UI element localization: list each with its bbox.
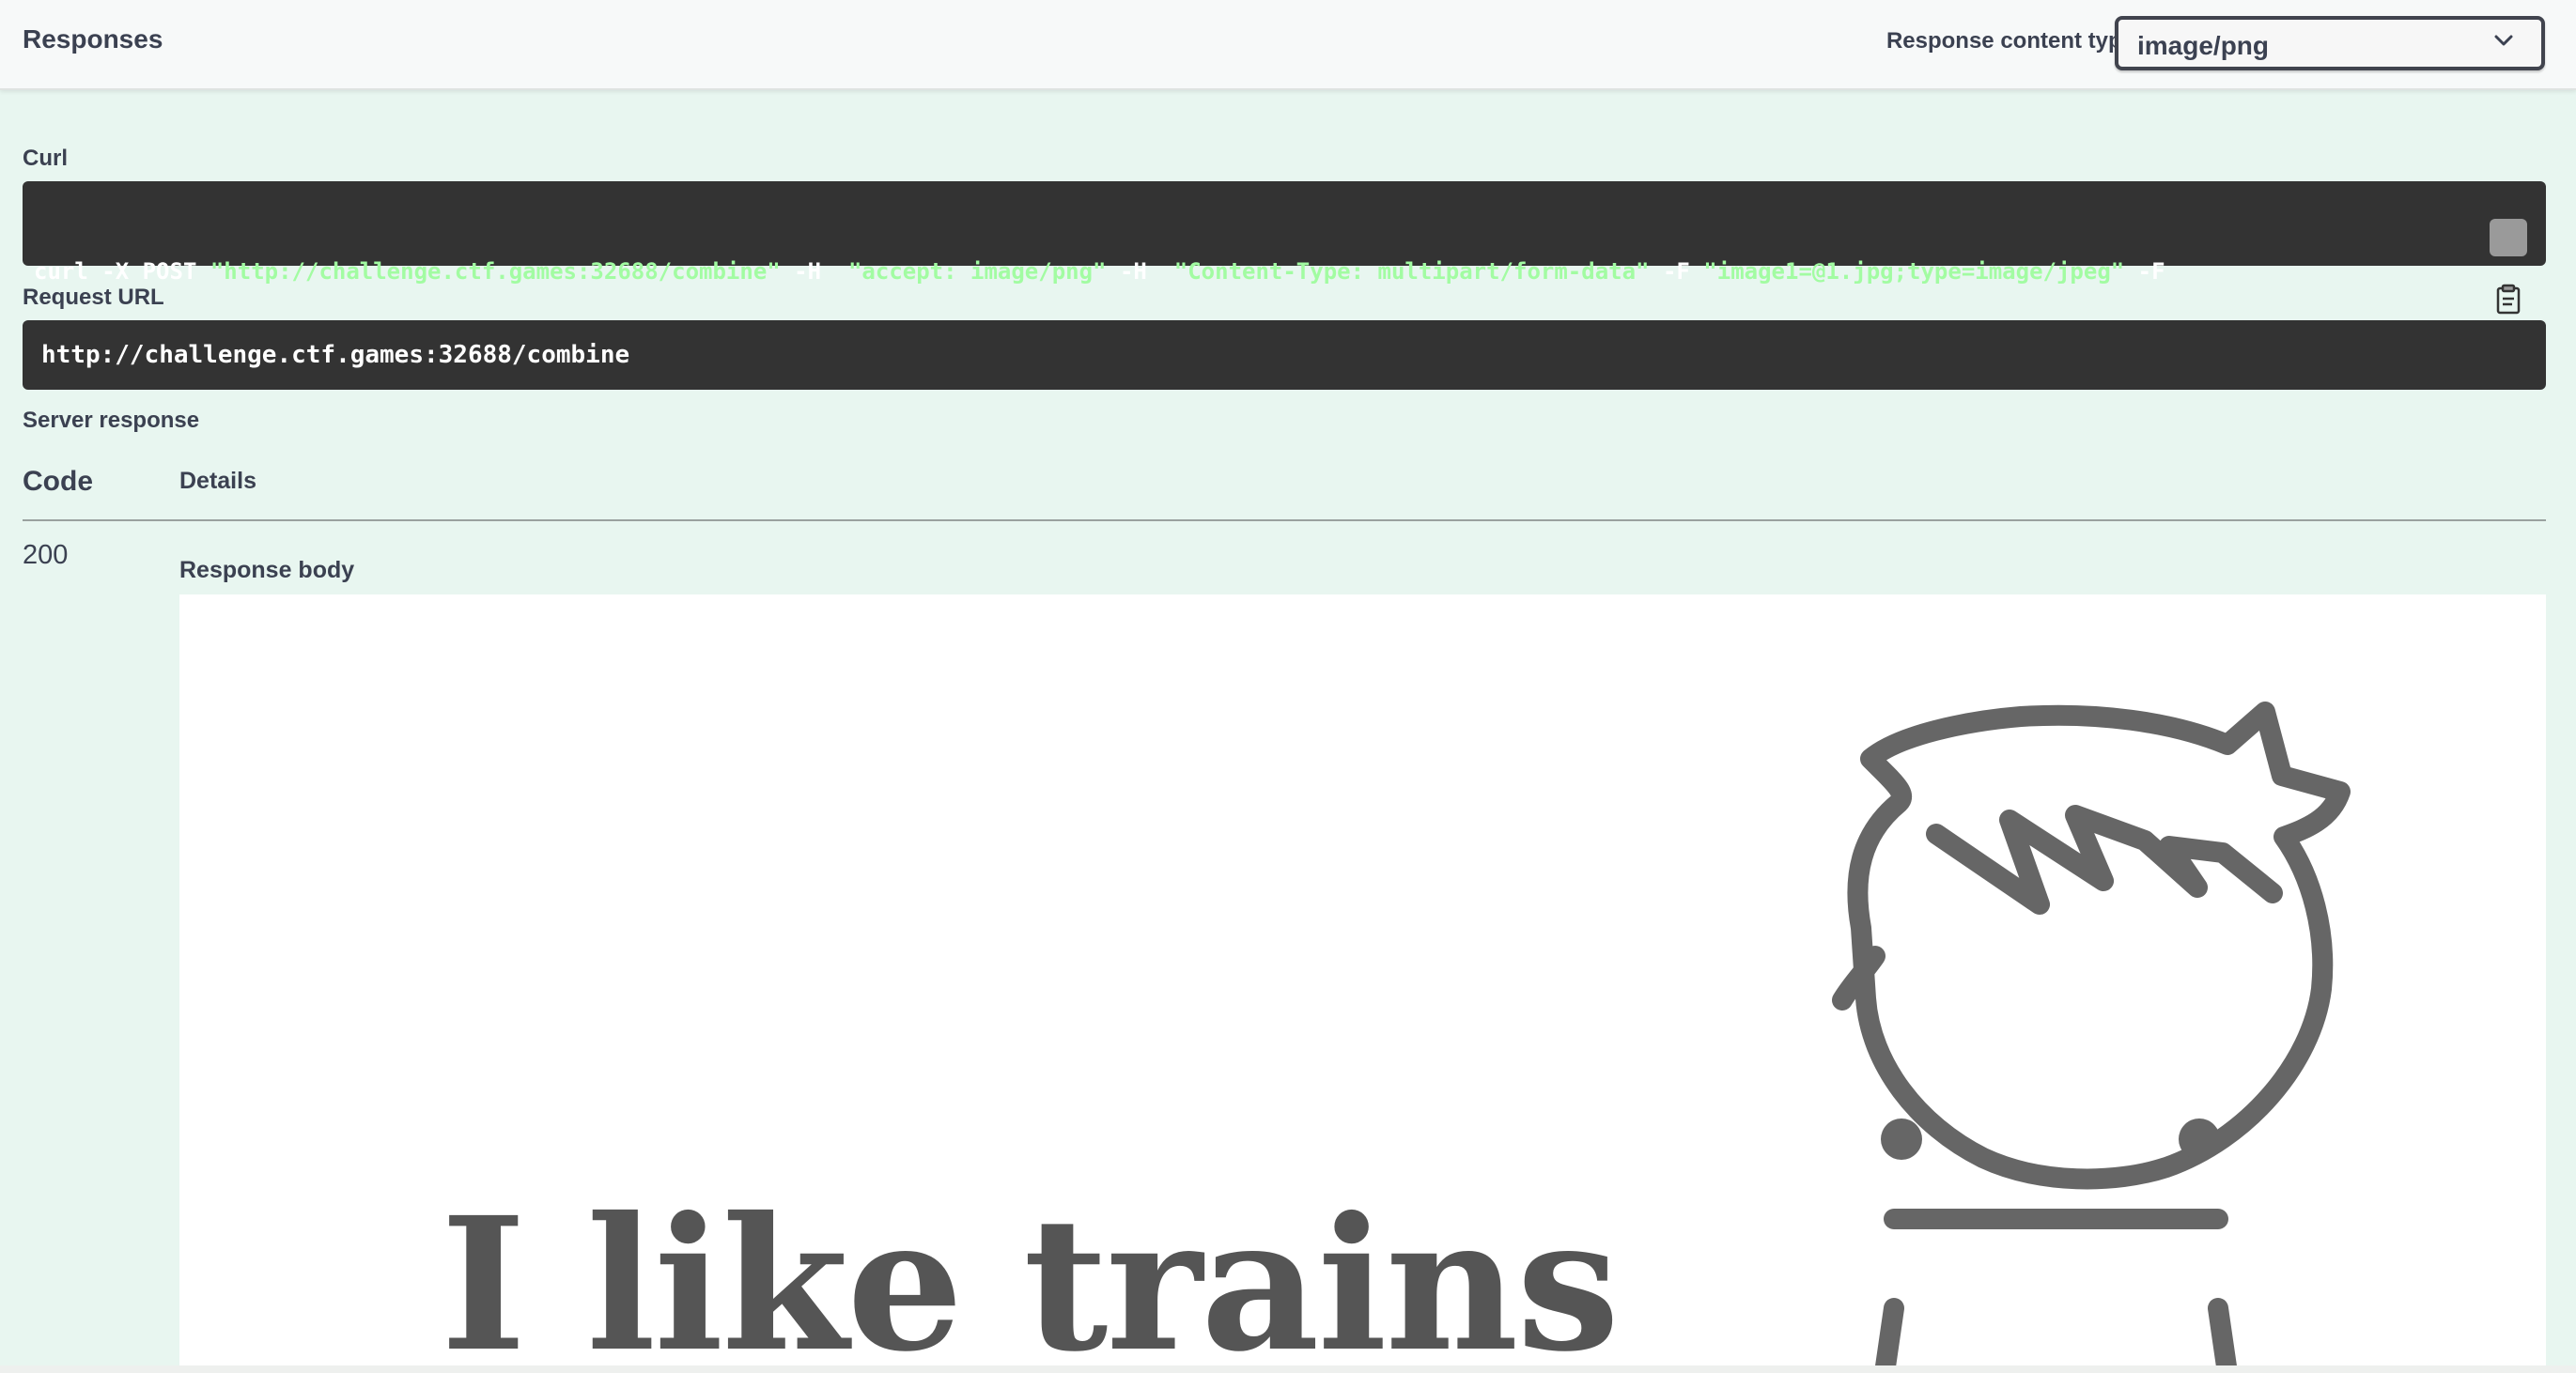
curl-token: "Content-Type: multipart/form-data" xyxy=(1173,258,1650,285)
curl-token: "accept: image/png" xyxy=(847,258,1107,285)
curl-token: "http://challenge.ctf.games:32688/combin… xyxy=(209,258,781,285)
content-type-value: image/png xyxy=(2137,31,2270,60)
request-url-label: Request URL xyxy=(23,285,164,310)
request-url-block[interactable]: http://challenge.ctf.games:32688/combine xyxy=(23,320,2546,390)
curl-label: Curl xyxy=(23,146,68,171)
request-url-value: http://challenge.ctf.games:32688/combine xyxy=(41,341,630,369)
curl-token: -F xyxy=(2124,258,2165,285)
response-body-label: Response body xyxy=(179,557,355,583)
curl-line-1: curl -X POST "http://challenge.ctf.games… xyxy=(34,256,2471,287)
curl-token: "image1=@1.jpg;type=image/jpeg" xyxy=(1703,258,2125,285)
right-eye xyxy=(2179,1118,2220,1160)
code-column-header: Code xyxy=(23,466,93,497)
responses-title: Responses xyxy=(23,24,163,54)
clipboard-icon xyxy=(2496,284,2521,315)
response-content-type-select[interactable]: image/png xyxy=(2115,16,2545,70)
curl-token: curl -X POST xyxy=(34,258,210,285)
details-column-header: Details xyxy=(179,468,256,494)
table-divider xyxy=(23,519,2546,521)
response-content-type-label: Response content type xyxy=(1885,28,2134,54)
responses-header: Responses Response content type image/pn… xyxy=(0,0,2576,90)
left-eye xyxy=(1881,1118,1922,1160)
response-status-code: 200 xyxy=(23,540,69,570)
scroll-edge xyxy=(0,1365,2576,1373)
response-image: I like trains xyxy=(179,594,2546,1373)
curl-token: -F xyxy=(1649,258,1704,285)
curl-command-block[interactable]: curl -X POST "http://challenge.ctf.games… xyxy=(23,181,2546,378)
chevron-down-icon xyxy=(2494,35,2513,46)
curl-token: -H xyxy=(780,258,848,285)
server-response-label: Server response xyxy=(23,408,200,433)
curl-token: -H xyxy=(1106,258,1174,285)
meme-caption: I like trains xyxy=(441,1177,1620,1373)
copy-to-clipboard-button[interactable] xyxy=(2490,219,2527,315)
